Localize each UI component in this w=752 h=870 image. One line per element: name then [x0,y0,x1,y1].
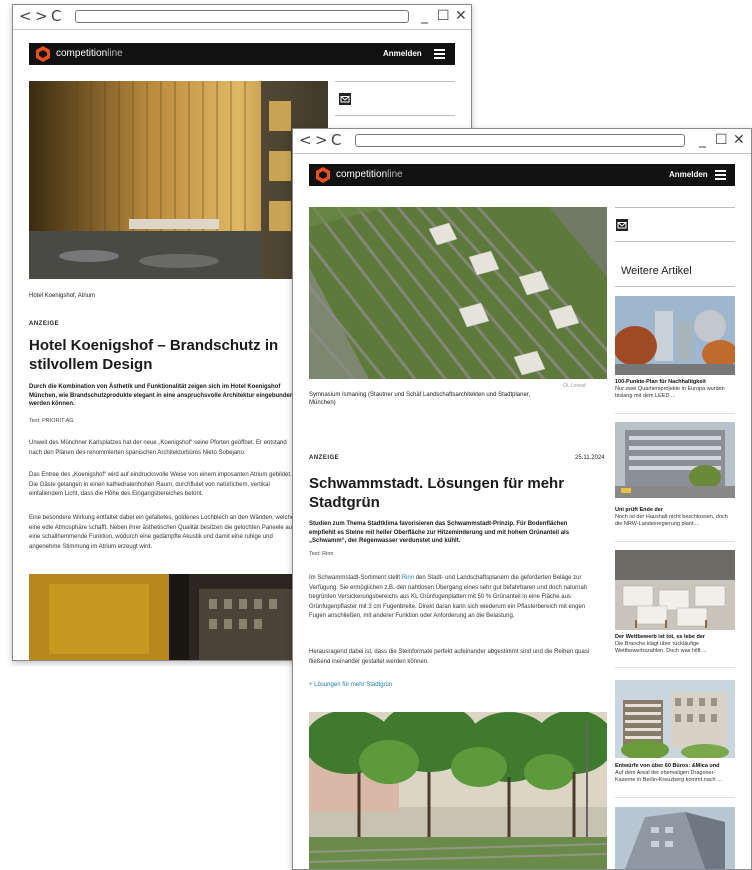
site-header: competitionline Anmelden [309,164,735,186]
login-link[interactable]: Anmelden [669,169,708,181]
article-headline: Schwammstadt. Lösungen für mehr Stadtgrü… [309,475,565,511]
forward-arrow-icon[interactable]: > [35,7,48,25]
reload-icon[interactable]: C [331,131,341,149]
reload-icon[interactable]: C [51,7,61,25]
competitionline-logo-icon[interactable] [315,167,331,183]
back-arrow-icon[interactable]: < [19,7,32,25]
article-headline: Hotel Koenigshof – Brandschutz in stilvo… [29,337,279,373]
image-credit: Ol. Lowad [563,383,586,389]
brand-name[interactable]: competitionline [56,47,123,61]
site-header: competitionline Anmelden [29,43,455,65]
article-lead: Studien zum Thema Stadtklima favorisiere… [309,521,570,544]
close-icon[interactable]: ✕ [733,131,745,149]
article-paragraph-2: Herausragend dabei ist, dass die Steinfo… [309,649,590,665]
article-author: Text: Rinn [309,551,334,557]
card-image-2[interactable] [615,422,735,498]
card-text-3: Die Branche klagt über rückläufige Wettb… [615,641,707,654]
forward-arrow-icon[interactable]: > [315,131,328,149]
sidebar-heading: Weitere Artikel [621,265,692,277]
brand-name[interactable]: competitionline [336,168,403,182]
card-title-4[interactable]: Entwürfe von über 60 Büros: &Mica und [615,763,735,770]
article-lead: Durch die Kombination von Ästhetik und F… [29,384,294,407]
rinn-link[interactable]: Rinn [402,575,414,581]
newsletter-mail-icon[interactable] [616,219,628,231]
article-date: 25.11.2024 [575,455,605,461]
address-bar[interactable] [75,10,409,23]
article-paragraph-1: Im Schwammstadt-Sortiment stellt Rinn de… [309,575,588,619]
card-text-4: Auf dem Areal der ehemaligen Dragoner-Ka… [615,770,722,783]
newsletter-mail-icon[interactable] [339,93,351,105]
menu-icon[interactable] [715,170,726,180]
minimize-icon[interactable]: _ [699,131,706,149]
card-title-2[interactable]: Uni prüft Ende der [615,507,735,514]
article-image-park [309,712,607,869]
image-caption: Symnasium Ismaning (Stautner und Schäf L… [309,392,531,406]
browser-toolbar: < > C _ ☐ ✕ [13,5,471,30]
image-caption: Hotel Koenigshof, Atrium [29,293,96,299]
article-paragraph-1: Unweit des Münchner Karlsplatzes hat der… [29,440,287,456]
menu-icon[interactable] [434,49,445,59]
article-image-paving [309,207,607,379]
article-image-atrium [29,81,328,279]
article-paragraph-2: Das Entree des „Koenigshof“ wird auf ein… [29,472,292,497]
competitionline-logo-icon[interactable] [35,46,51,62]
card-image-1[interactable] [615,296,735,375]
close-icon[interactable]: ✕ [455,7,467,25]
article-author: Text: PRIORIT AG [29,418,74,424]
card-image-5[interactable] [615,807,735,869]
card-title-1[interactable]: 100-Punkte-Plan für Nachhaltigkeit [615,379,735,386]
card-image-3[interactable] [615,550,735,630]
card-image-4[interactable] [615,680,735,758]
maximize-icon[interactable]: ☐ [715,131,728,149]
back-arrow-icon[interactable]: < [299,131,312,149]
article-paragraph-3: Eine besondere Wirkung entfaltet dabei e… [29,515,299,550]
address-bar[interactable] [355,134,685,147]
maximize-icon[interactable]: ☐ [437,7,450,25]
login-link[interactable]: Anmelden [383,48,422,60]
article-image-lobby [29,574,328,660]
browser-toolbar: < > C _ ☐ ✕ [293,129,751,154]
more-solutions-link[interactable]: + Lösungen für mehr Stadtgrün [309,682,392,688]
minimize-icon[interactable]: _ [421,7,428,25]
browser-window-front: < > C _ ☐ ✕ competitionline Anmelden Ol.… [292,128,752,870]
ad-kicker: ANZEIGE [29,321,60,327]
ad-kicker: ANZEIGE [309,455,340,461]
card-text-1: Nur zwei Quartiersprojekte in Europa wur… [615,386,725,399]
card-text-2: Noch ist der Haushalt nicht beschlossen,… [615,514,728,527]
card-title-3[interactable]: Der Wettbewerb ist tot, es lebe der [615,634,735,641]
